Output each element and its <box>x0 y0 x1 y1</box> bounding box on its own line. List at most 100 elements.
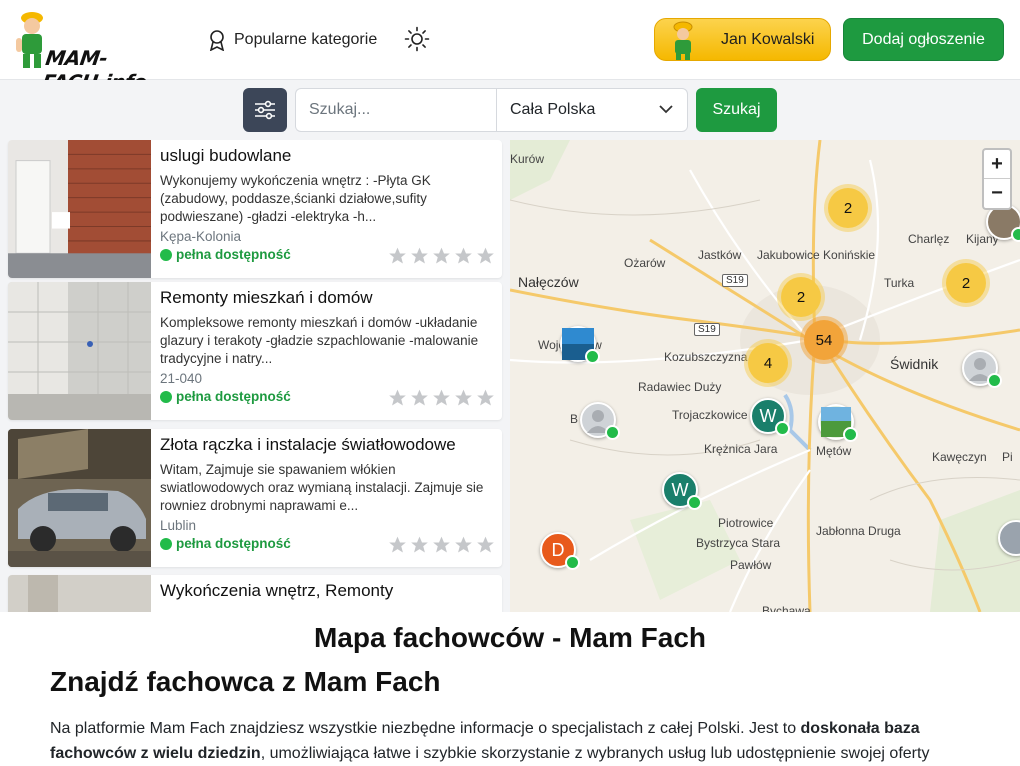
map-town-label: Charlęz <box>908 232 950 246</box>
status-dot-icon <box>687 495 702 510</box>
intro-text-cont: , umożliwiająca łatwe i szybkie skorzyst… <box>260 745 930 762</box>
map-marker[interactable]: W <box>662 472 702 510</box>
map-town-label: Jabłonna Druga <box>816 524 901 538</box>
map-town-label: Mętów <box>816 444 852 458</box>
status-dot-icon <box>565 555 580 570</box>
intro-text: Na platformie Mam Fach znajdziesz wszyst… <box>50 720 801 737</box>
listing-card[interactable]: Wykończenia wnętrz, Remonty <box>8 575 502 612</box>
map-town-label: Kurów <box>510 152 545 166</box>
listing-title: Remonty mieszkań i domów <box>160 288 373 307</box>
map-town-label: Bystrzyca Stara <box>696 536 781 550</box>
map-town-label: Pawłów <box>730 558 772 572</box>
worker-avatar-icon <box>673 21 693 60</box>
popular-categories-link[interactable]: Popularne kategorie <box>208 28 377 52</box>
listing-card[interactable]: uslugi budowlane Wykonujemy wykończenia … <box>8 140 502 278</box>
popular-categories-label: Popularne kategorie <box>234 31 378 48</box>
star-icon <box>389 536 406 553</box>
map-town-label: Jakubowice Konińskie <box>757 248 876 262</box>
search-bar: Cała Polska Szukaj <box>0 80 1020 140</box>
chevron-down-icon <box>659 105 673 114</box>
map-town-label: Kozubszczyzna <box>664 350 748 364</box>
map-town-label: Ożarów <box>624 256 666 270</box>
map-marker[interactable]: W <box>750 398 790 436</box>
region-select-value: Cała Polska <box>510 101 596 118</box>
star-icon <box>477 247 494 264</box>
logo[interactable]: MAM-FACH.info <box>14 10 164 94</box>
user-name: Jan Kowalski <box>721 30 815 48</box>
map-marker[interactable]: D <box>540 532 580 570</box>
intro-paragraph: Na platformie Mam Fach znajdziesz wszyst… <box>50 716 980 766</box>
marker-letter: W <box>759 405 777 426</box>
map-town-label: Kawęczyn <box>932 450 987 464</box>
star-icon <box>455 247 472 264</box>
road-shield: S19 <box>694 323 720 336</box>
map-town-label: Jastków <box>698 248 742 262</box>
availability-label: pełna dostępność <box>176 389 291 404</box>
listing-description: Witam, Zajmuje sie spawaniem włókien swi… <box>160 462 484 513</box>
region-select[interactable]: Cała Polska <box>496 88 688 132</box>
listing-availability: pełna dostępność <box>160 247 291 262</box>
status-dot-icon <box>585 349 600 364</box>
map-cluster[interactable]: 2 <box>828 188 868 228</box>
listing-card[interactable]: Remonty mieszkań i domów Kompleksowe rem… <box>8 282 502 420</box>
listing-photo <box>8 282 151 420</box>
map-cluster[interactable]: 54 <box>804 320 844 360</box>
filter-button[interactable] <box>243 88 287 132</box>
star-icon <box>433 536 450 553</box>
marker-letter: D <box>551 539 565 560</box>
star-icon <box>455 536 472 553</box>
map-town-label: Bychawa <box>762 604 811 612</box>
listing-description: Kompleksowe remonty mieszkań i domów -uk… <box>160 315 479 366</box>
star-icon <box>411 389 428 406</box>
map-marker[interactable] <box>962 350 1002 388</box>
road-shield: S19 <box>722 274 748 287</box>
map[interactable]: Kurów Jastków Jakubowice Konińskie Charl… <box>510 140 1020 612</box>
status-dot-icon <box>987 373 1002 388</box>
star-icon <box>389 247 406 264</box>
map-cluster[interactable]: 2 <box>781 277 821 317</box>
status-dot-icon <box>605 425 620 440</box>
listing-title: Wykończenia wnętrz, Remonty <box>160 581 394 600</box>
section-heading: Znajdź fachowca z Mam Fach <box>50 666 441 697</box>
map-marker[interactable] <box>818 404 858 442</box>
user-profile-button[interactable]: Jan Kowalski <box>654 18 831 61</box>
map-cluster[interactable]: 4 <box>748 343 788 383</box>
search-button[interactable]: Szukaj <box>696 88 777 132</box>
map-marker[interactable] <box>560 326 600 364</box>
rating-stars <box>387 388 496 408</box>
status-dot-icon <box>1011 227 1020 242</box>
rating-stars <box>387 535 496 555</box>
zoom-controls: + − <box>982 148 1012 210</box>
star-icon <box>411 536 428 553</box>
star-icon <box>389 389 406 406</box>
listing-location: Kępa-Kolonia <box>160 229 242 244</box>
header: MAM-FACH.info Popularne kategorie Jan Ko… <box>0 0 1020 94</box>
search-input[interactable] <box>295 88 497 132</box>
listing-photo <box>8 429 151 567</box>
rating-stars <box>387 246 496 266</box>
star-icon <box>477 536 494 553</box>
map-town-label: Pi <box>1002 450 1013 464</box>
listing-photo <box>8 140 151 278</box>
zoom-in-button[interactable]: + <box>984 150 1010 179</box>
award-icon <box>209 30 225 51</box>
page-title: Mapa fachowców - Mam Fach <box>313 622 707 653</box>
zoom-out-button[interactable]: − <box>984 179 1010 208</box>
availability-label: pełna dostępność <box>176 536 291 551</box>
map-town-label: Trojaczkowice <box>672 408 748 422</box>
listing-card[interactable]: Złota rączka i instalacje światłowodowe … <box>8 429 502 567</box>
map-cluster[interactable]: 2 <box>946 263 986 303</box>
map-town-label: Nałęczów <box>518 274 579 290</box>
map-town-label: Radawiec Duży <box>638 380 722 394</box>
star-icon <box>477 389 494 406</box>
listing-photo <box>8 575 151 612</box>
add-listing-button[interactable]: Dodaj ogłoszenie <box>843 18 1004 61</box>
map-town-label: Turka <box>884 276 915 290</box>
listing-description: Wykonujemy wykończenia wnętrz : -Płyta G… <box>160 173 431 224</box>
map-town-label: Piotrowice <box>718 516 774 530</box>
listing-availability: pełna dostępność <box>160 389 291 404</box>
sun-icon[interactable] <box>404 26 430 52</box>
map-marker[interactable] <box>580 402 620 440</box>
status-dot-icon <box>775 421 790 436</box>
listing-location: Lublin <box>160 518 197 533</box>
